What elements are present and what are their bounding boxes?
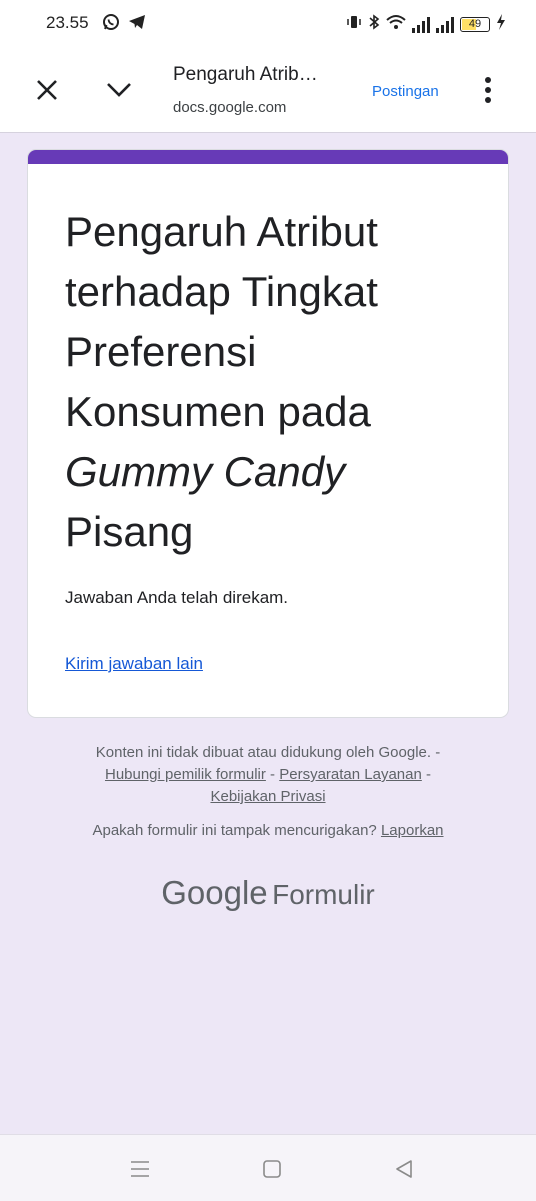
notification-icons [102, 13, 146, 36]
terms-link[interactable]: Persyaratan Layanan [279, 766, 422, 783]
separator: - [421, 766, 432, 783]
battery-icon: 49 [460, 17, 490, 32]
brand-product: Formulir [272, 879, 375, 910]
vibrate-icon [346, 14, 362, 35]
brand-google: Google [161, 874, 268, 911]
bluetooth-icon [368, 14, 380, 35]
form-title-line: Konsumen pada [65, 388, 371, 435]
form-title: Pengaruh Atribut terhadap Tingkat Prefer… [65, 202, 485, 562]
whatsapp-icon [102, 13, 120, 36]
back-button[interactable] [390, 1155, 418, 1183]
overflow-menu-button[interactable] [470, 72, 506, 108]
separator: - [431, 744, 441, 761]
custom-tab-toolbar: Pengaruh Atrib… docs.google.com Postinga… [0, 48, 536, 133]
square-icon [263, 1160, 281, 1178]
form-title-line: Preferensi [65, 328, 257, 375]
telegram-icon [128, 13, 146, 36]
status-bar: 23.55 49 [0, 0, 536, 48]
google-forms-logo[interactable]: Google Formulir [0, 874, 536, 912]
form-title-line: Pisang [65, 508, 194, 555]
postingan-button[interactable]: Postingan [372, 83, 439, 100]
card-accent-bar [28, 150, 508, 164]
charging-icon [496, 14, 506, 35]
disclaimer-text: Konten ini tidak dibuat atau didukung ol… [95, 744, 432, 761]
more-vert-icon [485, 77, 491, 103]
footer-disclaimer: Konten ini tidak dibuat atau didukung ol… [30, 742, 506, 808]
form-response-card: Pengaruh Atribut terhadap Tingkat Prefer… [27, 149, 509, 718]
contact-owner-link[interactable]: Hubungi pemilik formulir [105, 766, 266, 783]
form-title-italic: Gummy Candy [65, 448, 346, 495]
battery-level: 49 [468, 18, 482, 30]
close-icon [37, 80, 57, 100]
separator: - [265, 766, 280, 783]
form-title-line: Pengaruh Atribut [65, 208, 378, 255]
menu-icon [131, 1161, 149, 1177]
chevron-down-icon [107, 83, 131, 97]
wifi-icon [386, 14, 406, 35]
form-title-line: terhadap Tingkat [65, 268, 378, 315]
close-button[interactable] [29, 72, 65, 108]
system-navigation-bar [0, 1134, 536, 1201]
privacy-link[interactable]: Kebijakan Privasi [210, 788, 325, 805]
signal-icon [412, 16, 430, 33]
system-icons: 49 [346, 14, 506, 35]
submit-another-response-link[interactable]: Kirim jawaban lain [65, 654, 203, 674]
page-title: Pengaruh Atrib… [173, 64, 318, 85]
report-line: Apakah formulir ini tampak mencurigakan?… [0, 822, 536, 839]
minimize-button[interactable] [101, 72, 137, 108]
report-question: Apakah formulir ini tampak mencurigakan? [92, 822, 377, 839]
confirmation-message: Jawaban Anda telah direkam. [65, 588, 289, 607]
back-triangle-icon [396, 1160, 412, 1178]
page-url[interactable]: docs.google.com [173, 99, 286, 116]
status-time: 23.55 [46, 13, 89, 32]
home-button[interactable] [258, 1155, 286, 1183]
signal-icon-2 [436, 16, 454, 33]
report-link[interactable]: Laporkan [381, 822, 444, 839]
recent-apps-button[interactable] [126, 1155, 154, 1183]
